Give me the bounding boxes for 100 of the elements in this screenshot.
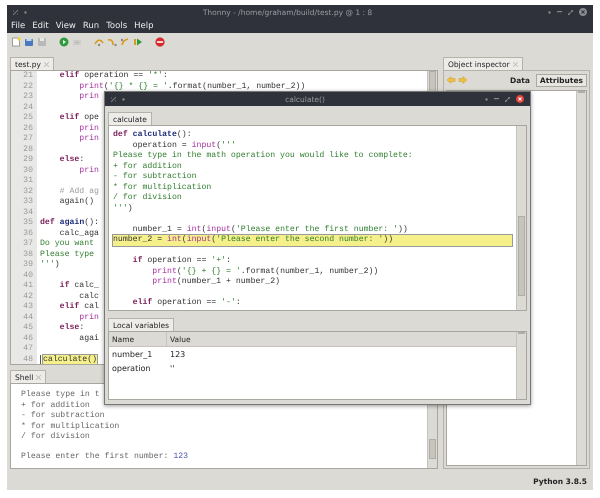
shell-line: * for multiplication bbox=[21, 422, 120, 432]
dot-icon[interactable] bbox=[485, 98, 488, 100]
line-number: 23 bbox=[23, 92, 33, 102]
code-line: # Add ag bbox=[58, 186, 99, 197]
line-number: 32 bbox=[23, 186, 33, 197]
shell-line: + for addition bbox=[21, 400, 90, 411]
code-line: Please type bbox=[40, 250, 94, 260]
close-icon[interactable] bbox=[516, 95, 524, 103]
code-line: calc_aga bbox=[58, 228, 99, 239]
line-number: 29 bbox=[23, 155, 33, 166]
maximize-icon[interactable] bbox=[568, 10, 573, 14]
menu-item[interactable]: Tools bbox=[106, 21, 128, 31]
code-line: prin bbox=[78, 134, 99, 144]
code-line: if operation == '+': bbox=[132, 256, 231, 266]
table-cell-text: 123 bbox=[169, 348, 186, 360]
line-number: 46 bbox=[23, 334, 33, 344]
line-number: 45 bbox=[23, 323, 33, 334]
scrollbar[interactable] bbox=[576, 91, 586, 465]
line-number: 41 bbox=[23, 281, 33, 292]
back-arrow-icon[interactable] bbox=[446, 75, 456, 85]
code-line: + for addition bbox=[113, 162, 182, 172]
step-into-icon[interactable] bbox=[107, 37, 117, 47]
table-cell-text: number_1 bbox=[111, 348, 154, 361]
line-number: 28 bbox=[23, 144, 33, 155]
line-number: 27 bbox=[23, 134, 33, 144]
code-line: agai bbox=[78, 334, 99, 344]
run-icon[interactable] bbox=[59, 37, 69, 47]
line-number: 25 bbox=[23, 113, 33, 124]
code-line: def again(): bbox=[40, 218, 99, 228]
pin-icon[interactable] bbox=[13, 10, 18, 14]
line-number: 31 bbox=[23, 176, 33, 186]
code-line: prin bbox=[78, 166, 99, 176]
code-line: else: bbox=[58, 323, 84, 334]
menu-item[interactable]: File bbox=[11, 21, 26, 31]
step-out-icon[interactable] bbox=[120, 37, 130, 47]
line-number: 30 bbox=[23, 166, 33, 176]
line-number: 39 bbox=[23, 260, 33, 270]
line-number: 37 bbox=[23, 239, 33, 250]
code-line: prin bbox=[78, 92, 99, 102]
line-number: 24 bbox=[23, 102, 33, 113]
code-line: Do you want bbox=[40, 239, 94, 250]
menu-item[interactable]: Run bbox=[82, 21, 100, 31]
dot-icon[interactable] bbox=[548, 10, 551, 14]
line-number: 47 bbox=[23, 344, 33, 354]
line-number: 22 bbox=[23, 82, 33, 92]
line-number: 34 bbox=[23, 208, 33, 218]
minimize-icon[interactable] bbox=[557, 11, 562, 13]
code-line: Please type in the math operation you would like to complete: bbox=[113, 151, 413, 162]
stop-icon[interactable] bbox=[155, 37, 165, 47]
line-number: 36 bbox=[23, 228, 33, 239]
line-number: 35 bbox=[23, 218, 33, 228]
code-line: print(number_1 + number_2) bbox=[151, 277, 280, 288]
dot-icon[interactable] bbox=[122, 98, 125, 100]
dot-icon[interactable] bbox=[24, 10, 27, 14]
pin-icon[interactable] bbox=[111, 96, 116, 102]
shell-line: Please type in t bbox=[21, 390, 100, 400]
shell-line: - for subtraction bbox=[21, 411, 105, 422]
code-line: def calculate(): bbox=[113, 130, 192, 140]
minimize-icon[interactable] bbox=[494, 98, 499, 100]
code-line: operation = input(''' bbox=[132, 140, 236, 151]
code-line: - for subtraction bbox=[113, 172, 197, 182]
shell-line: Please enter the first number: 123 bbox=[21, 452, 188, 462]
code-line: elif operation == '*': bbox=[58, 71, 168, 82]
table-cell-text: '' bbox=[169, 362, 174, 374]
code-line: * for multiplication bbox=[113, 182, 212, 193]
line-number: 38 bbox=[23, 250, 33, 260]
line-number: 42 bbox=[23, 292, 33, 302]
line-number: 33 bbox=[23, 197, 33, 208]
maximize-icon[interactable] bbox=[505, 96, 510, 102]
code-line: prin bbox=[79, 312, 99, 323]
table-cell-text: operation bbox=[111, 362, 152, 375]
scrollbar[interactable] bbox=[516, 332, 526, 399]
code-line: elif cal bbox=[58, 302, 99, 312]
code-line: calc bbox=[78, 292, 99, 302]
line-number: 43 bbox=[23, 302, 33, 312]
code-line: print('{} + {} = '.format(number_1, number_2)) bbox=[151, 266, 378, 277]
code-line: print('{} * {} = '.format(number_1, number_2)) bbox=[78, 82, 306, 92]
code-line: / for division bbox=[113, 193, 182, 204]
step-over-icon[interactable] bbox=[94, 37, 104, 47]
menu-item[interactable]: View bbox=[56, 21, 76, 31]
code-line: again() bbox=[58, 197, 94, 208]
code-line: number_1 = int(input('Please enter the first number: ')) bbox=[132, 224, 408, 235]
line-number: 21 bbox=[23, 71, 33, 82]
line-number: 26 bbox=[23, 124, 33, 134]
code-line: ''') bbox=[113, 204, 133, 214]
menu-item[interactable]: Help bbox=[134, 21, 154, 31]
save-icon[interactable] bbox=[37, 37, 47, 47]
code-line: prin bbox=[78, 124, 99, 134]
line-number: 40 bbox=[23, 270, 33, 281]
resume-icon[interactable] bbox=[133, 37, 143, 47]
line-number: 48 bbox=[23, 354, 33, 364]
code-line: elif operation == '-': bbox=[132, 298, 241, 308]
shell-line: / for division bbox=[21, 432, 90, 442]
forward-arrow-icon[interactable] bbox=[458, 75, 468, 85]
new-file-icon[interactable] bbox=[11, 37, 21, 47]
scrollbar[interactable] bbox=[516, 126, 526, 310]
code-line: if calc_ bbox=[58, 281, 99, 292]
code-line: ''') bbox=[40, 260, 60, 270]
menu-item[interactable]: Edit bbox=[32, 21, 49, 31]
line-number: 44 bbox=[23, 312, 33, 323]
